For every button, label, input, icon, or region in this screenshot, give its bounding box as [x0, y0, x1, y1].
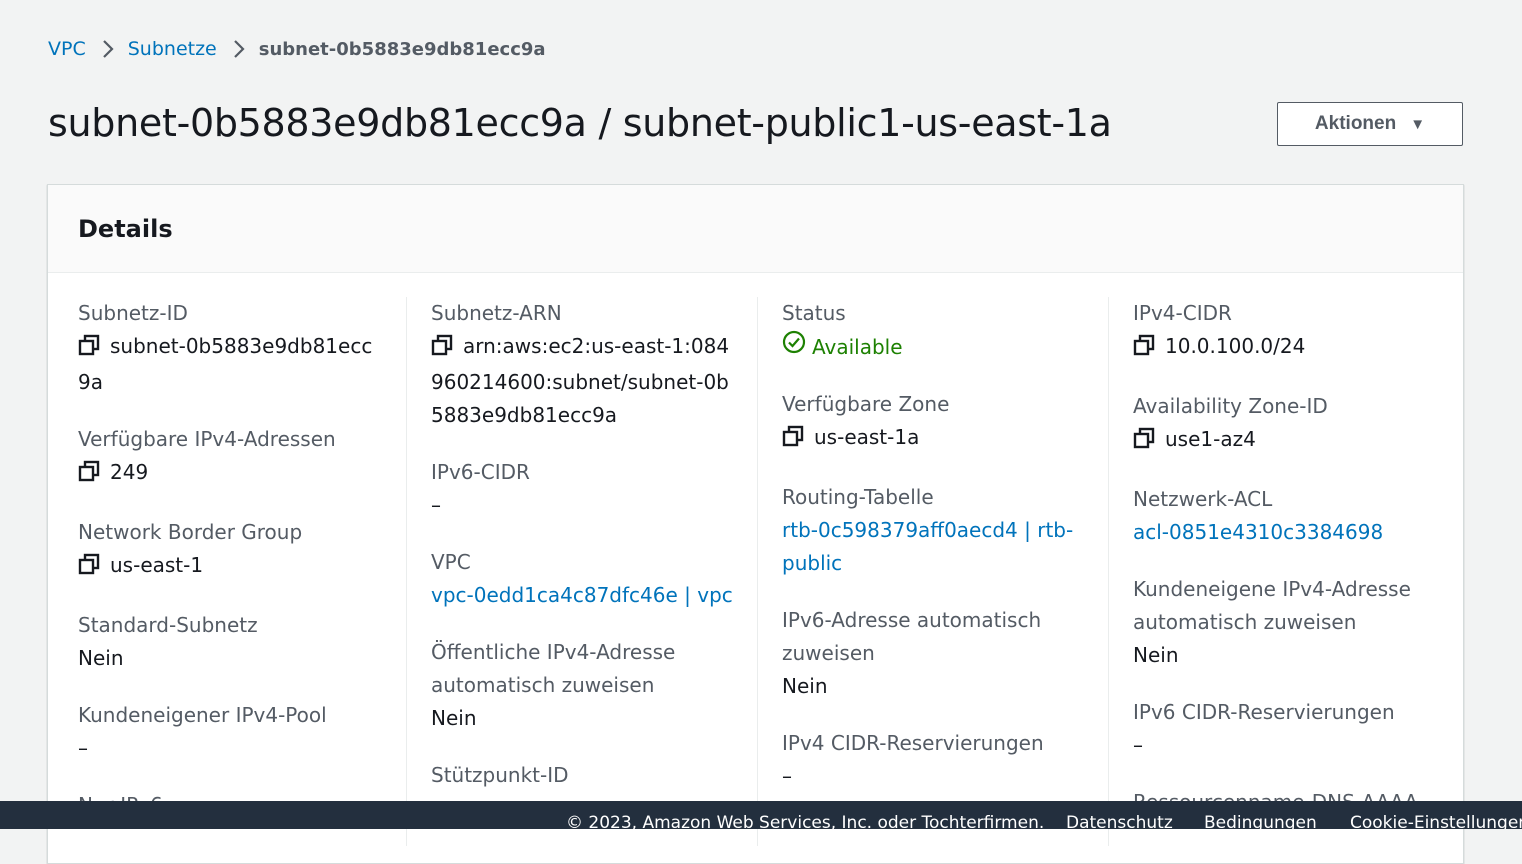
status-field: Status Available — [782, 297, 1084, 364]
details-heading: Details — [78, 214, 173, 243]
copy-icon[interactable] — [1133, 426, 1155, 459]
chevron-right-icon — [102, 39, 114, 59]
arn-field: Subnetz-ARN arn:aws:ec2:us-east-1:084960… — [431, 297, 733, 432]
ipv6-reservations-label: IPv6 CIDR-Reservierungen — [1133, 700, 1395, 724]
ipv4-cidr-field: IPv4-CIDR 10.0.100.0/24 — [1133, 297, 1439, 366]
customer-ipv4-auto-value: Nein — [1133, 643, 1179, 667]
outpost-label: Stützpunkt-ID — [431, 763, 569, 787]
copy-icon[interactable] — [78, 459, 100, 492]
acl-link[interactable]: acl-0851e4310c3384698 — [1133, 516, 1439, 549]
route-table-label: Routing-Tabelle — [782, 485, 934, 509]
copy-icon[interactable] — [782, 424, 804, 457]
ipv4-reservations-field: IPv4 CIDR-Reservierungen – — [782, 727, 1084, 793]
details-column-4: IPv4-CIDR 10.0.100.0/24 Availability Zon… — [1108, 297, 1463, 846]
public-ipv4-value: Nein — [431, 706, 477, 730]
border-group-label: Network Border Group — [78, 520, 303, 544]
ipv6-cidr-value: – — [431, 493, 441, 517]
customer-pool-value: – — [78, 736, 88, 760]
acl-field: Netzwerk-ACL acl-0851e4310c3384698 — [1133, 483, 1439, 549]
footer: © 2023, Amazon Web Services, Inc. oder T… — [0, 801, 1522, 829]
ipv4-cidr-label: IPv4-CIDR — [1133, 301, 1232, 325]
outpost-field: Stützpunkt-ID — [431, 759, 733, 792]
details-columns: Subnetz-ID subnet-0b5883e9db81ecc9a Verf… — [48, 297, 1463, 846]
customer-pool-field: Kundeneigener IPv4-Pool – — [78, 699, 382, 765]
ipv6-cidr-label: IPv6-CIDR — [431, 460, 530, 484]
ipv4-reservations-label: IPv4 CIDR-Reservierungen — [782, 731, 1044, 755]
copy-icon[interactable] — [431, 333, 453, 366]
az-id-field: Availability Zone-ID use1-az4 — [1133, 390, 1439, 459]
vpc-field: VPC vpc-0edd1ca4c87dfc46e | vpc — [431, 546, 733, 612]
chevron-right-icon — [233, 39, 245, 59]
ipv6-reservations-value: – — [1133, 733, 1143, 757]
ipv6-reservations-field: IPv6 CIDR-Reservierungen – — [1133, 696, 1439, 762]
subnet-id-field: Subnetz-ID subnet-0b5883e9db81ecc9a — [78, 297, 382, 399]
copy-icon[interactable] — [78, 552, 100, 585]
customer-ipv4-auto-label: Kundeneigene IPv4-Adresse automatisch zu… — [1133, 577, 1411, 634]
ipv4-reservations-value: – — [782, 764, 792, 788]
public-ipv4-label: Öffentliche IPv4-Adresse automatisch zuw… — [431, 640, 676, 697]
default-subnet-label: Standard-Subnetz — [78, 613, 258, 637]
ipv6-auto-value: Nein — [782, 674, 828, 698]
vpc-link[interactable]: vpc-0edd1ca4c87dfc46e | vpc — [431, 579, 733, 612]
ipv6-cidr-field: IPv6-CIDR – — [431, 456, 733, 522]
breadcrumb-subnets-link[interactable]: Subnetze — [128, 38, 217, 60]
customer-ipv4-auto-field: Kundeneigene IPv4-Adresse automatisch zu… — [1133, 573, 1439, 672]
check-circle-icon — [782, 330, 806, 364]
ipv6-auto-label: IPv6-Adresse automatisch zuweisen — [782, 608, 1042, 665]
ipv4-available-label: Verfügbare IPv4-Adressen — [78, 427, 336, 451]
details-column-3: Status Available Verfügbare Zone us-east… — [757, 297, 1108, 846]
ipv4-available-field: Verfügbare IPv4-Adressen 249 — [78, 423, 382, 492]
details-header: Details — [48, 185, 1463, 273]
default-subnet-field: Standard-Subnetz Nein — [78, 609, 382, 675]
zone-value: us-east-1a — [814, 425, 920, 449]
border-group-value: us-east-1 — [110, 553, 204, 577]
breadcrumb: VPC Subnetze subnet-0b5883e9db81ecc9a — [48, 34, 546, 64]
ipv4-available-value: 249 — [110, 460, 149, 484]
details-column-2: Subnetz-ARN arn:aws:ec2:us-east-1:084960… — [406, 297, 757, 846]
route-table-field: Routing-Tabelle rtb-0c598379aff0aecd4 | … — [782, 481, 1084, 580]
subnet-id-label: Subnetz-ID — [78, 301, 188, 325]
vpc-label: VPC — [431, 550, 471, 574]
footer-copyright: © 2023, Amazon Web Services, Inc. oder T… — [566, 813, 1045, 829]
copy-icon[interactable] — [78, 333, 100, 366]
ipv6-auto-field: IPv6-Adresse automatisch zuweisen Nein — [782, 604, 1084, 703]
footer-cookies-link[interactable]: Cookie-Einstellungen — [1350, 813, 1522, 829]
az-id-label: Availability Zone-ID — [1133, 394, 1328, 418]
az-id-value: use1-az4 — [1165, 427, 1256, 451]
arn-value: arn:aws:ec2:us-east-1:084960214600:subne… — [431, 334, 730, 427]
footer-terms-link[interactable]: Bedingungen — [1204, 813, 1317, 829]
breadcrumb-current: subnet-0b5883e9db81ecc9a — [258, 38, 546, 60]
status-value: Available — [812, 334, 903, 359]
details-column-1: Subnetz-ID subnet-0b5883e9db81ecc9a Verf… — [48, 297, 406, 846]
ipv4-cidr-value: 10.0.100.0/24 — [1165, 334, 1306, 358]
default-subnet-value: Nein — [78, 646, 124, 670]
zone-field: Verfügbare Zone us-east-1a — [782, 388, 1084, 457]
footer-privacy-link[interactable]: Datenschutz — [1066, 813, 1173, 829]
arn-label: Subnetz-ARN — [431, 301, 562, 325]
copy-icon[interactable] — [1133, 333, 1155, 366]
customer-pool-label: Kundeneigener IPv4-Pool — [78, 703, 327, 727]
breadcrumb-vpc-link[interactable]: VPC — [48, 38, 86, 60]
status-label: Status — [782, 301, 846, 325]
acl-label: Netzwerk-ACL — [1133, 487, 1273, 511]
actions-button-label: Aktionen — [1314, 113, 1397, 134]
public-ipv4-field: Öffentliche IPv4-Adresse automatisch zuw… — [431, 636, 733, 735]
actions-dropdown-button[interactable]: Aktionen ▼ — [1277, 102, 1463, 146]
subnet-id-value: subnet-0b5883e9db81ecc9a — [78, 334, 373, 394]
page-title: subnet-0b5883e9db81ecc9a / subnet-public… — [48, 101, 1112, 145]
details-panel: Details Subnetz-ID subnet-0b5883e9db81ec… — [47, 184, 1464, 864]
zone-label: Verfügbare Zone — [782, 392, 950, 416]
caret-down-icon: ▼ — [1410, 115, 1426, 133]
route-table-link[interactable]: rtb-0c598379aff0aecd4 | rtb-public — [782, 514, 1084, 580]
border-group-field: Network Border Group us-east-1 — [78, 516, 382, 585]
